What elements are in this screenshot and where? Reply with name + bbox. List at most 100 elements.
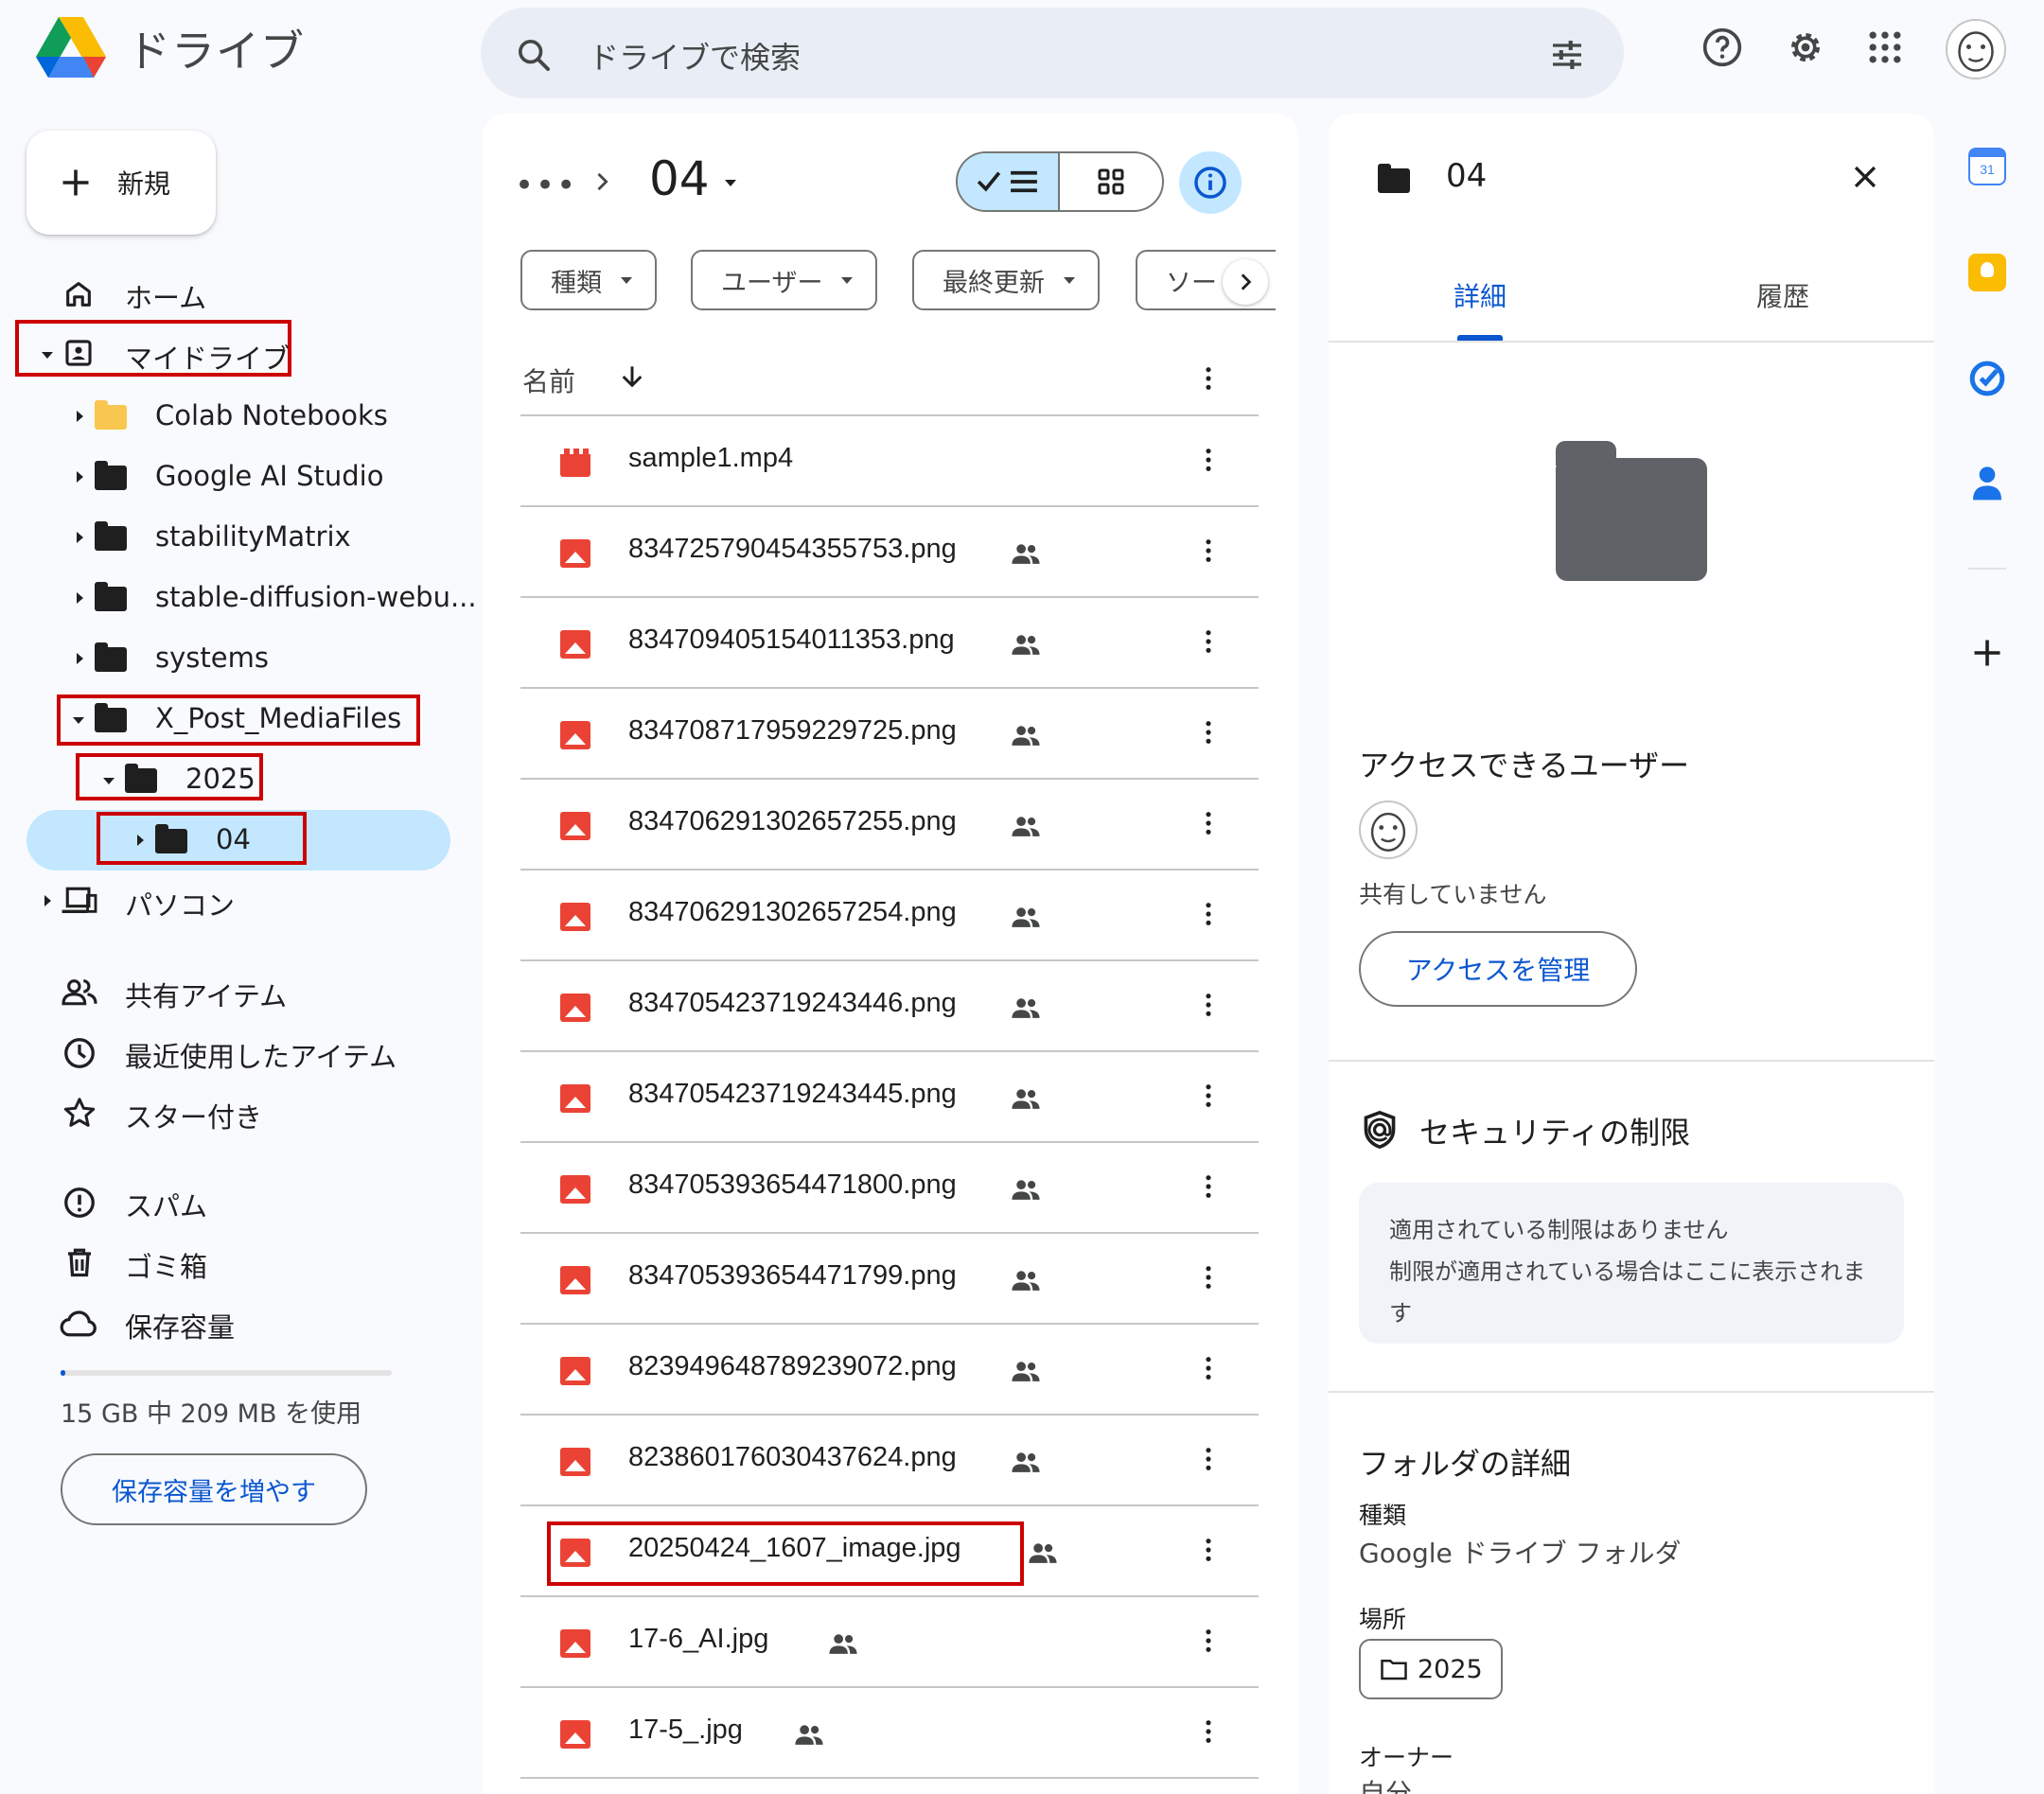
folder-icon <box>95 582 127 611</box>
expand-right-icon[interactable] <box>77 532 83 543</box>
more-actions-icon[interactable] <box>1204 1355 1213 1381</box>
location-chip-label: 2025 <box>1418 1654 1483 1684</box>
storage-usage-fill <box>61 1370 65 1376</box>
breadcrumb-more-button[interactable]: ••• <box>515 167 577 204</box>
file-row[interactable]: 834706291302657255.png <box>520 780 1259 871</box>
filter-modified-chip[interactable]: 最終更新 <box>912 250 1100 310</box>
more-actions-icon[interactable] <box>1204 810 1213 836</box>
video-file-icon <box>560 448 590 477</box>
more-actions-icon[interactable] <box>1204 719 1213 746</box>
image-file-icon <box>560 1448 590 1476</box>
shared-people-icon <box>1012 817 1040 836</box>
more-actions-icon[interactable] <box>1204 1627 1213 1654</box>
account-avatar[interactable] <box>1946 19 2006 79</box>
contacts-icon[interactable] <box>1970 464 2004 501</box>
dropdown-caret-icon <box>1064 276 1075 284</box>
more-actions-icon[interactable] <box>1204 1264 1213 1291</box>
more-actions-icon[interactable] <box>1204 537 1213 564</box>
shared-people-icon <box>62 979 97 1006</box>
nav-starred[interactable]: スター付き <box>0 1084 284 1141</box>
chip-label: 種類 <box>551 268 602 298</box>
help-icon[interactable] <box>1701 26 1743 68</box>
filter-people-chip[interactable]: ユーザー <box>691 250 878 310</box>
tree-item-google-ai-studio[interactable]: Google AI Studio <box>0 448 445 505</box>
nav-trash[interactable]: ゴミ箱 <box>0 1234 284 1291</box>
location-chip[interactable]: 2025 <box>1359 1639 1503 1699</box>
more-actions-icon[interactable] <box>1204 901 1213 927</box>
annotation-box-2025 <box>76 753 263 800</box>
file-row[interactable]: 823860176030437624.png <box>520 1416 1259 1506</box>
file-row[interactable]: 834705393654471799.png <box>520 1234 1259 1325</box>
folder-details-title: フォルダの詳細 <box>1359 1446 1572 1482</box>
file-row[interactable]: 834725790454355753.png <box>520 507 1259 598</box>
file-name: 834706291302657254.png <box>628 897 957 927</box>
expand-right-icon[interactable] <box>44 895 51 906</box>
new-button[interactable]: 新規 <box>26 131 216 235</box>
keep-icon[interactable] <box>1968 254 2006 291</box>
manage-access-button[interactable]: アクセスを管理 <box>1359 931 1637 1007</box>
view-toggle[interactable] <box>956 151 1164 212</box>
search-icon <box>519 40 550 71</box>
tasks-icon[interactable] <box>1968 360 2006 397</box>
close-icon[interactable] <box>1849 161 1881 193</box>
file-name: 834708717959229725.png <box>628 715 957 746</box>
folder-menu-caret-icon[interactable] <box>725 180 736 186</box>
more-actions-icon[interactable] <box>1204 1718 1213 1745</box>
file-row[interactable]: 834705423719243445.png <box>520 1052 1259 1143</box>
current-folder-title[interactable]: 04 <box>649 151 710 206</box>
file-row[interactable]: 834705423719243446.png <box>520 961 1259 1052</box>
more-actions-icon[interactable] <box>1204 447 1213 473</box>
nav-computers[interactable]: パソコン <box>0 872 284 929</box>
nav-storage[interactable]: 保存容量 <box>0 1294 284 1351</box>
search-input[interactable]: ドライブで検索 <box>589 34 801 78</box>
file-row[interactable]: 834709405154011353.png <box>520 598 1259 689</box>
expand-right-icon[interactable] <box>77 653 83 664</box>
tab-details[interactable]: 詳細 <box>1454 276 1507 314</box>
grid-view-button[interactable] <box>1060 153 1162 210</box>
shared-people-icon <box>1029 1543 1057 1563</box>
more-actions-icon[interactable] <box>1204 1446 1213 1472</box>
more-actions-icon[interactable] <box>1204 628 1213 655</box>
expand-right-icon[interactable] <box>77 592 83 604</box>
file-row[interactable]: 823949648789239072.png <box>520 1325 1259 1416</box>
nav-recent[interactable]: 最近使用したアイテム <box>0 1024 397 1081</box>
column-more-icon[interactable] <box>1204 365 1213 392</box>
more-actions-icon[interactable] <box>1204 992 1213 1018</box>
file-row[interactable]: 834708717959229725.png <box>520 689 1259 780</box>
more-actions-icon[interactable] <box>1204 1082 1213 1109</box>
tab-activity[interactable]: 履歴 <box>1756 276 1809 314</box>
nav-home[interactable]: ホーム <box>0 265 284 322</box>
tree-item-stable-diffusion-webui[interactable]: stable-diffusion-webu... <box>0 570 477 626</box>
tree-item-label: Colab Notebooks <box>155 399 388 431</box>
tree-item-stabilitymatrix[interactable]: stabilityMatrix <box>0 509 445 566</box>
file-row[interactable]: 17-6_AI.jpg <box>520 1597 1259 1688</box>
file-row[interactable]: 17-5_.jpg <box>520 1688 1259 1779</box>
drive-logo[interactable]: ドライブ <box>36 17 305 79</box>
search-bar[interactable]: ドライブで検索 <box>481 8 1624 98</box>
filter-scroll-right-button[interactable] <box>1223 259 1268 305</box>
settings-gear-icon[interactable] <box>1785 26 1826 68</box>
more-actions-icon[interactable] <box>1204 1173 1213 1200</box>
calendar-icon[interactable]: 31 <box>1968 148 2006 185</box>
sort-arrow-down-icon[interactable] <box>617 361 647 392</box>
nav-shared[interactable]: 共有アイテム <box>0 963 322 1020</box>
file-row[interactable]: 834706291302657254.png <box>520 871 1259 961</box>
list-view-button[interactable] <box>958 153 1061 210</box>
file-name: sample1.mp4 <box>628 443 794 473</box>
filter-type-chip[interactable]: 種類 <box>520 250 657 310</box>
tree-item-colab-notebooks[interactable]: Colab Notebooks <box>0 388 445 445</box>
add-addon-plus-icon[interactable] <box>1970 636 2004 670</box>
file-row[interactable]: 834705393654471800.png <box>520 1143 1259 1234</box>
more-actions-icon[interactable] <box>1204 1537 1213 1563</box>
details-info-button[interactable] <box>1179 151 1242 214</box>
apps-grid-icon[interactable] <box>1864 26 1906 68</box>
name-column-header[interactable]: 名前 <box>522 361 575 399</box>
file-row[interactable]: sample1.mp4 <box>520 416 1259 507</box>
expand-right-icon[interactable] <box>77 411 83 422</box>
nav-spam[interactable]: スパム <box>0 1173 284 1230</box>
expand-right-icon[interactable] <box>77 471 83 483</box>
details-divider <box>1329 1060 1934 1062</box>
tree-item-systems[interactable]: systems <box>0 630 445 687</box>
search-options-icon[interactable] <box>1548 36 1586 74</box>
get-more-storage-button[interactable]: 保存容量を増やす <box>61 1453 367 1525</box>
